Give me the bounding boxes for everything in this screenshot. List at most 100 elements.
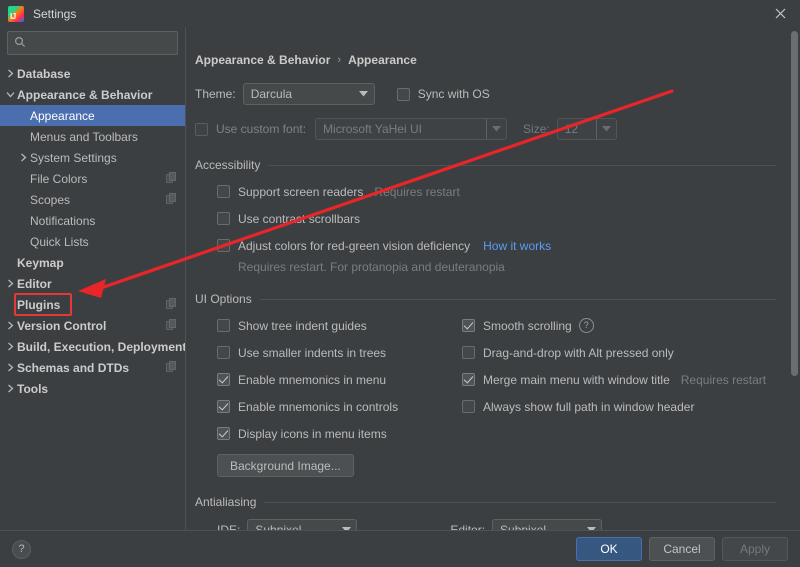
cancel-button[interactable]: Cancel: [649, 537, 715, 561]
main-scrollbar[interactable]: [790, 31, 798, 526]
chevron-right-icon[interactable]: [4, 321, 17, 330]
search-input[interactable]: [31, 36, 171, 50]
display-icons-in-menu-items-checkbox[interactable]: [217, 427, 230, 440]
show-tree-indent-guides-checkline[interactable]: Show tree indent guides: [217, 316, 462, 335]
sidebar-item-label: Notifications: [30, 213, 96, 228]
sidebar-item-scopes[interactable]: Scopes: [0, 189, 185, 210]
support-screen-readers-label: Support screen readers: [238, 184, 364, 199]
antialiasing-row: IDE: Subpixel Editor: Subpixel: [195, 519, 776, 530]
ok-button[interactable]: OK: [576, 537, 642, 561]
sidebar-item-label: Tools: [17, 381, 49, 396]
editor-antialiasing-value: Subpixel: [500, 523, 547, 530]
sidebar-item-label: Keymap: [17, 255, 64, 270]
sidebar-item-appearance[interactable]: Appearance: [0, 105, 185, 126]
merge-main-menu-with-window-title-checkline[interactable]: Merge main menu with window title Require…: [462, 370, 776, 389]
custom-font-select[interactable]: Microsoft YaHei UI: [315, 118, 508, 140]
sidebar-item-build-execution-deployment[interactable]: Build, Execution, Deployment: [0, 336, 185, 357]
sidebar-item-label: Plugins: [17, 297, 61, 312]
drag-and-drop-with-alt-pressed-only-checkline[interactable]: Drag-and-drop with Alt pressed only: [462, 343, 776, 362]
font-size-select[interactable]: 12: [556, 118, 617, 140]
chevron-right-icon[interactable]: [4, 342, 17, 351]
sidebar-item-menus-and-toolbars[interactable]: Menus and Toolbars: [0, 126, 185, 147]
use-smaller-indents-in-trees-checkline[interactable]: Use smaller indents in trees: [217, 343, 462, 362]
ui-options-columns: Show tree indent guides Use smaller inden…: [195, 316, 776, 451]
display-icons-in-menu-items-checkline[interactable]: Display icons in menu items: [217, 424, 462, 443]
sidebar-item-label: Build, Execution, Deployment: [17, 339, 185, 354]
adjust-colors-checkline[interactable]: Adjust colors for red-green vision defic…: [217, 236, 776, 255]
sidebar-item-appearance-behavior[interactable]: Appearance & Behavior: [0, 84, 185, 105]
support-screen-readers-checkbox[interactable]: [217, 185, 230, 198]
drag-and-drop-with-alt-pressed-only-checkbox[interactable]: [462, 346, 475, 359]
sync-with-os-checkbox[interactable]: [396, 87, 410, 101]
chevron-right-icon[interactable]: [17, 153, 30, 162]
sync-with-os-checkline[interactable]: Sync with OS: [396, 85, 490, 104]
sidebar-item-plugins[interactable]: Plugins: [0, 294, 185, 315]
chevron-down-icon[interactable]: [4, 91, 17, 98]
sidebar-item-version-control[interactable]: Version Control: [0, 315, 185, 336]
chevron-right-icon[interactable]: [4, 279, 17, 288]
chevron-right-icon[interactable]: [4, 69, 17, 78]
copy-icon[interactable]: [166, 318, 177, 333]
chevron-down-icon: [581, 527, 601, 530]
breadcrumb-parent[interactable]: Appearance & Behavior: [195, 53, 330, 67]
divider: [259, 298, 776, 300]
use-custom-font-checkline[interactable]: Use custom font:: [195, 120, 306, 139]
use-smaller-indents-in-trees-checkbox[interactable]: [217, 346, 230, 359]
sidebar-item-quick-lists[interactable]: Quick Lists: [0, 231, 185, 252]
sidebar-item-schemas-and-dtds[interactable]: Schemas and DTDs: [0, 357, 185, 378]
search-box[interactable]: [7, 31, 178, 55]
sidebar-item-database[interactable]: Database: [0, 63, 185, 84]
sidebar-item-editor[interactable]: Editor: [0, 273, 185, 294]
help-button[interactable]: ?: [12, 539, 31, 559]
sidebar-item-notifications[interactable]: Notifications: [0, 210, 185, 231]
window-title: Settings: [33, 6, 77, 21]
enable-mnemonics-in-menu-checkline[interactable]: Enable mnemonics in menu: [217, 370, 462, 389]
copy-icon[interactable]: [166, 297, 177, 312]
breadcrumb-current: Appearance: [348, 53, 417, 67]
copy-icon[interactable]: [166, 171, 177, 186]
use-custom-font-checkbox[interactable]: [195, 122, 208, 136]
theme-select[interactable]: Darcula: [242, 83, 375, 105]
merge-main-menu-with-window-title-checkbox[interactable]: [462, 373, 475, 386]
close-icon[interactable]: [760, 0, 800, 27]
accessibility-group-header: Accessibility: [195, 158, 776, 172]
chevron-down-icon: [354, 91, 374, 97]
always-show-full-path-in-window-header-checkbox[interactable]: [462, 400, 475, 413]
sidebar-item-tools[interactable]: Tools: [0, 378, 185, 399]
enable-mnemonics-in-controls-checkbox[interactable]: [217, 400, 230, 413]
adjust-colors-checkbox[interactable]: [217, 239, 230, 252]
enable-mnemonics-in-menu-checkbox[interactable]: [217, 373, 230, 386]
accessibility-options: Support screen readers Requires restart …: [195, 182, 776, 274]
sidebar-item-system-settings[interactable]: System Settings: [0, 147, 185, 168]
how-it-works-link[interactable]: How it works: [483, 239, 551, 253]
background-image-button[interactable]: Background Image...: [217, 454, 354, 477]
sync-with-os-label: Sync with OS: [417, 87, 490, 101]
help-icon[interactable]: ?: [578, 318, 594, 333]
chevron-right-icon[interactable]: [4, 384, 17, 393]
ide-antialiasing-select[interactable]: Subpixel: [247, 519, 358, 530]
sidebar-item-keymap[interactable]: Keymap: [0, 252, 185, 273]
copy-icon[interactable]: [166, 192, 177, 207]
smooth-scrolling-checkbox[interactable]: [462, 319, 475, 332]
copy-icon[interactable]: [166, 360, 177, 375]
divider: [268, 164, 776, 166]
scrollbar-thumb[interactable]: [791, 31, 798, 376]
enable-mnemonics-in-controls-checkline[interactable]: Enable mnemonics in controls: [217, 397, 462, 416]
support-screen-readers-checkline[interactable]: Support screen readers Requires restart: [217, 182, 776, 201]
use-contrast-scrollbars-checkline[interactable]: Use contrast scrollbars: [217, 209, 776, 228]
sidebar-item-file-colors[interactable]: File Colors: [0, 168, 185, 189]
show-tree-indent-guides-checkbox[interactable]: [217, 319, 230, 332]
chevron-right-icon[interactable]: [4, 363, 17, 372]
theme-label: Theme:: [195, 87, 236, 101]
intellij-idea-icon: [8, 5, 24, 22]
antialiasing-group-header: Antialiasing: [195, 495, 776, 509]
use-contrast-scrollbars-checkbox[interactable]: [217, 212, 230, 225]
apply-button[interactable]: Apply: [722, 537, 788, 561]
always-show-full-path-in-window-header-checkline[interactable]: Always show full path in window header: [462, 397, 776, 416]
support-screen-readers-hint: Requires restart: [374, 184, 460, 199]
editor-antialiasing-select[interactable]: Subpixel: [492, 519, 603, 530]
ui-options-right-column: Smooth scrolling? Drag-and-drop with Alt …: [462, 316, 776, 451]
sidebar-item-label: Quick Lists: [30, 234, 89, 249]
divider: [264, 501, 776, 503]
smooth-scrolling-checkline[interactable]: Smooth scrolling?: [462, 316, 776, 335]
